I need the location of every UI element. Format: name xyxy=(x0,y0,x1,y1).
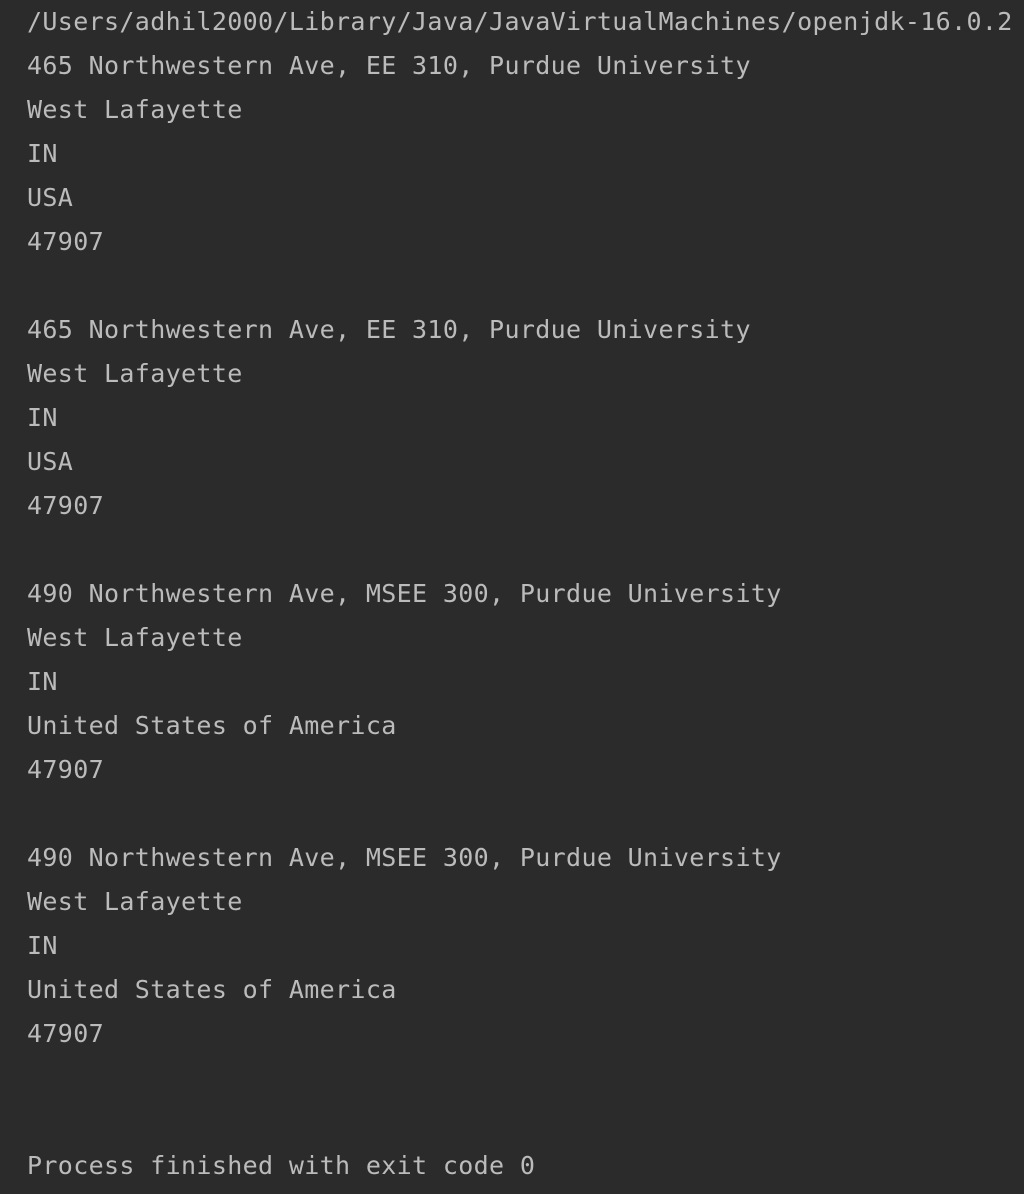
record-3-country: United States of America xyxy=(27,711,397,740)
command-line: /Users/adhil2000/Library/Java/JavaVirtua… xyxy=(27,7,1013,36)
record-2-city: West Lafayette xyxy=(27,359,243,388)
record-1-street: 465 Northwestern Ave, EE 310, Purdue Uni… xyxy=(27,51,751,80)
record-4-state: IN xyxy=(27,931,58,960)
process-exit-message: Process finished with exit code 0 xyxy=(27,1151,536,1180)
record-4-city: West Lafayette xyxy=(27,887,243,916)
record-4-zip: 47907 xyxy=(27,1019,105,1048)
run-console-output[interactable]: /Users/adhil2000/Library/Java/JavaVirtua… xyxy=(0,0,1024,1194)
record-4-street: 490 Northwestern Ave, MSEE 300, Purdue U… xyxy=(27,843,782,872)
record-3-city: West Lafayette xyxy=(27,623,243,652)
record-1-country: USA xyxy=(27,183,74,212)
record-1-city: West Lafayette xyxy=(27,95,243,124)
record-3-street: 490 Northwestern Ave, MSEE 300, Purdue U… xyxy=(27,579,782,608)
record-2-state: IN xyxy=(27,403,58,432)
record-1-zip: 47907 xyxy=(27,227,105,256)
record-1-state: IN xyxy=(27,139,58,168)
record-3-zip: 47907 xyxy=(27,755,105,784)
record-2-zip: 47907 xyxy=(27,491,105,520)
record-2-street: 465 Northwestern Ave, EE 310, Purdue Uni… xyxy=(27,315,751,344)
record-2-country: USA xyxy=(27,447,74,476)
record-3-state: IN xyxy=(27,667,58,696)
record-4-country: United States of America xyxy=(27,975,397,1004)
